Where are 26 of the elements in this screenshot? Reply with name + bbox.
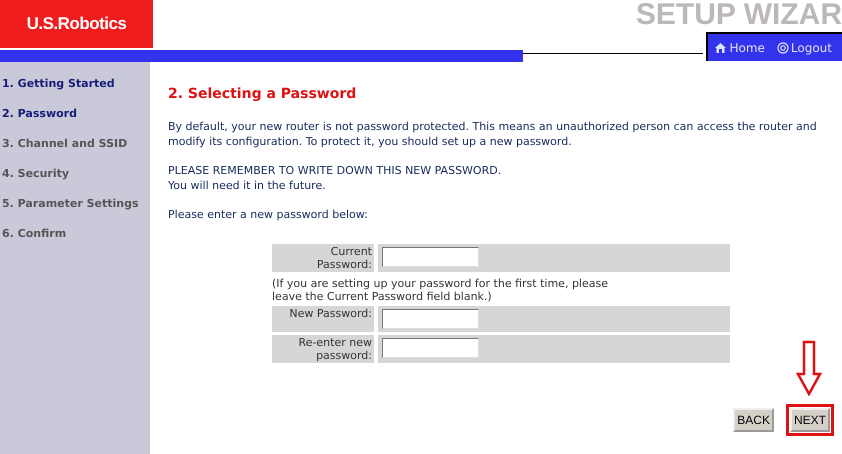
banner-title: SETUP WIZAR [636, 0, 842, 30]
paragraph: Please enter a new password below: [168, 207, 369, 222]
logo: U.S.Robotics [0, 0, 153, 48]
wizard-step[interactable]: 6. Confirm [0, 226, 150, 256]
arrow-annotation [796, 340, 822, 396]
password-field[interactable] [382, 247, 479, 267]
wizard-step[interactable]: 3. Channel and SSID [0, 136, 150, 166]
back-button[interactable]: BACK [733, 408, 774, 432]
home-link[interactable]: Home [714, 38, 765, 56]
wizard-step[interactable]: 5. Parameter Settings [0, 196, 150, 226]
next-button[interactable]: NEXT [790, 408, 830, 432]
home-icon [714, 42, 728, 54]
field-label: Current Password: [272, 244, 374, 272]
wizard-step[interactable]: 1. Getting Started [0, 76, 150, 106]
page-heading: 2. Selecting a Password [168, 85, 358, 104]
field-label: New Password: [272, 306, 374, 332]
password-field[interactable] [382, 338, 479, 358]
paragraph: By default, your new router is not password protected. This means an unauthorized person can access the router and modify its configuration. To protect it, you should set up a new password. [168, 119, 818, 149]
power-icon [776, 42, 789, 54]
logout-link[interactable]: Logout [776, 38, 832, 56]
wizard-step[interactable]: 4. Security [0, 166, 150, 196]
hint-text: (If you are setting up your password for the first time, please leave the Current Password field blank.) [272, 276, 609, 305]
wizard-step[interactable]: 2. Password [0, 106, 150, 136]
field-label: Re-enter new password: [272, 335, 374, 363]
paragraph: PLEASE REMEMBER TO WRITE DOWN THIS NEW PASSWORD. You will need it in the future. [168, 163, 502, 193]
password-field[interactable] [382, 309, 479, 329]
